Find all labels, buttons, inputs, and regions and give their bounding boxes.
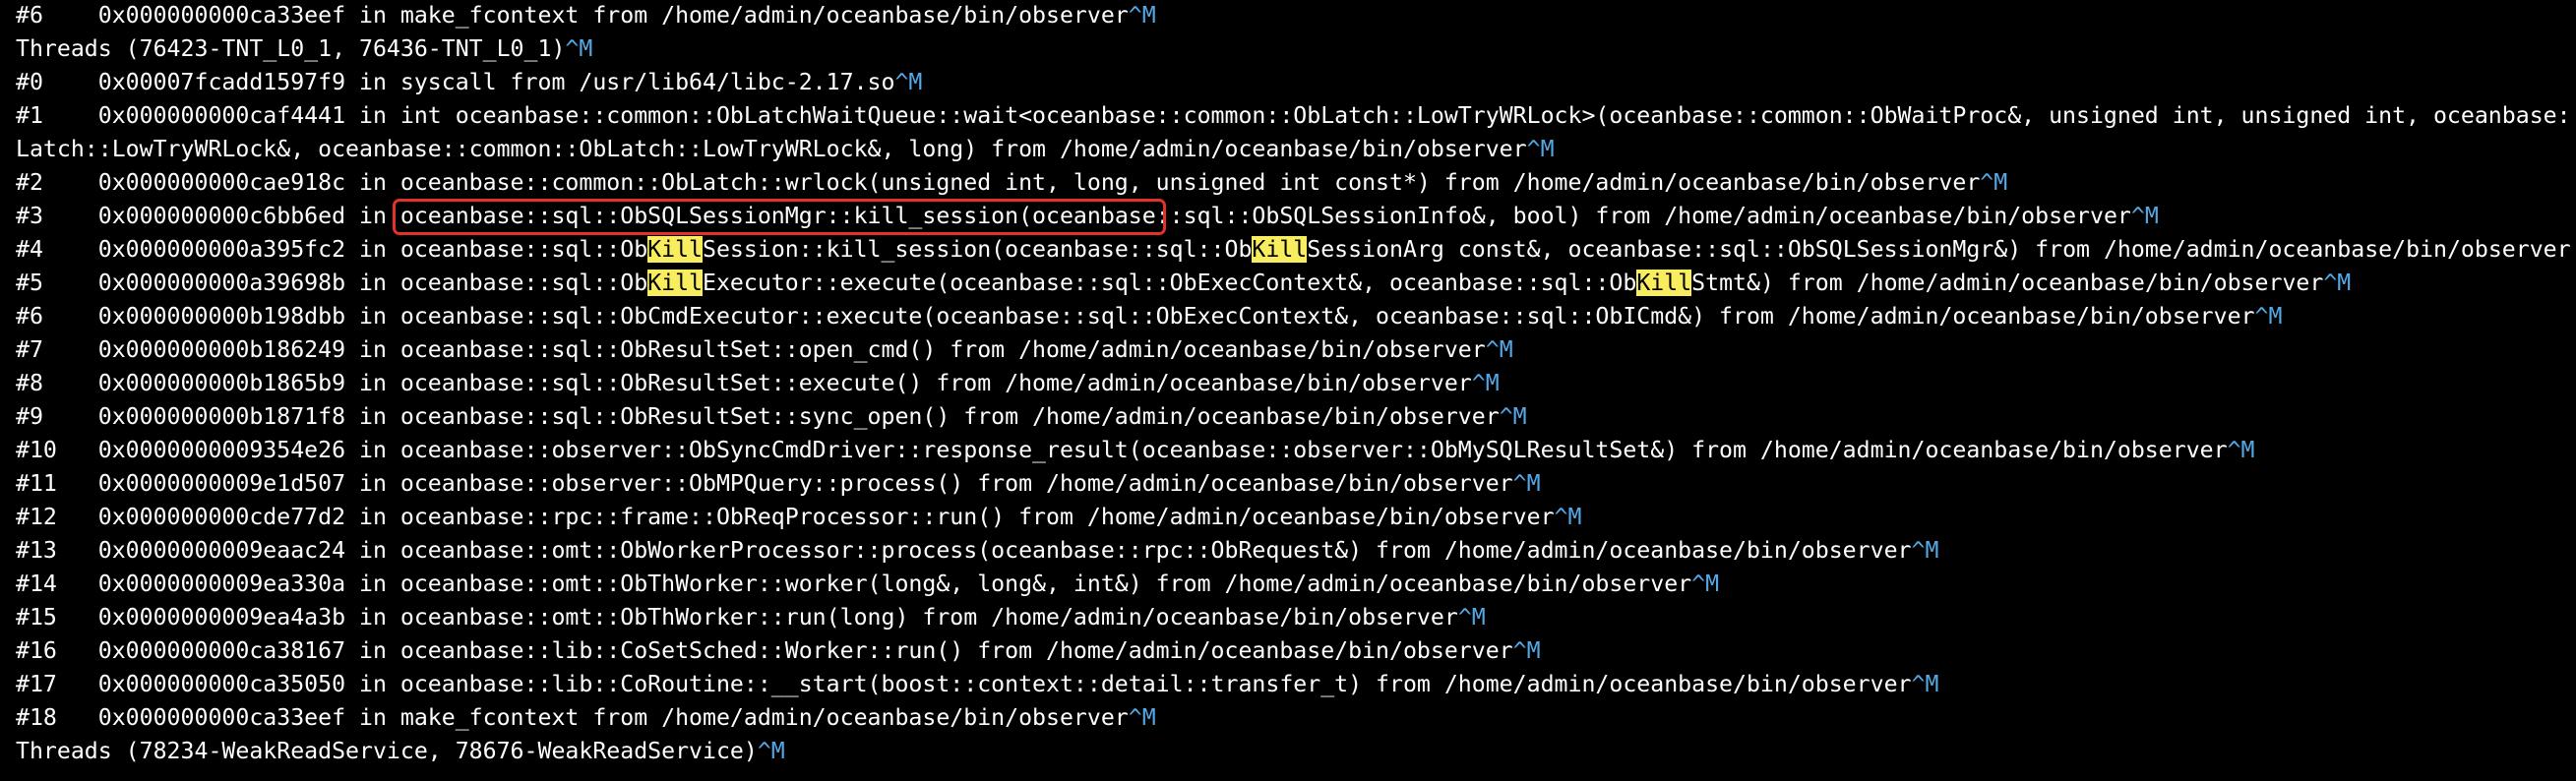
terminal-line: #17 0x000000000ca35050 in oceanbase::lib… [16,668,2576,701]
line-text: #6 0x000000000b198dbb in oceanbase::sql:… [16,303,2255,330]
line-text: #16 0x000000000ca38167 in oceanbase::lib… [16,637,1513,664]
line-text: ::sql::ObSQLSessionInfo&, bool) from /ho… [1155,203,2131,229]
line-text: Stmt&) from /home/admin/oceanbase/bin/ob… [1691,270,2324,296]
carriage-return-marker: ^M [1691,571,1720,597]
terminal-line: Latch::LowTryWRLock&, oceanbase::common:… [16,133,2576,166]
carriage-return-marker: ^M [2130,203,2159,229]
terminal-line: #15 0x0000000009ea4a3b in oceanbase::omt… [16,601,2576,634]
carriage-return-marker: ^M [894,69,923,95]
carriage-return-marker: ^M [1128,704,1156,731]
terminal-output: #6 0x000000000ca33eef in make_fcontext f… [16,0,2576,768]
line-text: #18 0x000000000ca33eef in make_fcontext … [16,704,1129,731]
line-text: #2 0x000000000cae918c in oceanbase::comm… [16,169,1981,196]
search-match-highlight: Kill [1252,236,1308,263]
terminal-line: #8 0x000000000b1865b9 in oceanbase::sql:… [16,367,2576,400]
terminal-line: #12 0x000000000cde77d2 in oceanbase::rpc… [16,501,2576,534]
carriage-return-marker: ^M [757,738,785,764]
line-text: #7 0x000000000b186249 in oceanbase::sql:… [16,336,1486,363]
line-text: #5 0x000000000a39698b in oceanbase::sql:… [16,270,648,296]
carriage-return-marker: ^M [1485,336,1513,363]
terminal-line: Threads (76423-TNT_L0_1, 76436-TNT_L0_1)… [16,32,2576,66]
line-text: #0 0x00007fcadd1597f9 in syscall from /u… [16,69,895,95]
line-text: #3 0x000000000c6bb6ed in [16,203,400,229]
terminal-line: #13 0x0000000009eaac24 in oceanbase::omt… [16,534,2576,568]
terminal-line: #1 0x000000000caf4441 in int oceanbase::… [16,99,2576,133]
line-text: Session::kill_session(oceanbase::sql::Ob [703,236,1253,263]
carriage-return-marker: ^M [1512,470,1541,497]
line-text: #17 0x000000000ca35050 in oceanbase::lib… [16,671,1912,697]
line-text: SessionArg const&, oceanbase::sql::ObSQL… [1307,236,2571,263]
terminal-line: Threads (78234-WeakReadService, 78676-We… [16,735,2576,768]
terminal-line: #9 0x000000000b1871f8 in oceanbase::sql:… [16,400,2576,434]
carriage-return-marker: ^M [1911,537,1939,564]
terminal-line: #0 0x00007fcadd1597f9 in syscall from /u… [16,66,2576,99]
line-text: #12 0x000000000cde77d2 in oceanbase::rpc… [16,504,1555,530]
line-text: #8 0x000000000b1865b9 in oceanbase::sql:… [16,370,1472,396]
line-text: #13 0x0000000009eaac24 in oceanbase::omt… [16,537,1912,564]
search-match-highlight: Kill [1636,270,1692,296]
line-text: #15 0x0000000009ea4a3b in oceanbase::omt… [16,604,1458,631]
line-text: Threads (78234-WeakReadService, 78676-We… [16,738,758,764]
carriage-return-marker: ^M [2323,270,2352,296]
terminal-line: #14 0x0000000009ea330a in oceanbase::omt… [16,568,2576,601]
carriage-return-marker: ^M [1499,403,1527,430]
carriage-return-marker: ^M [565,35,593,62]
terminal-line: #6 0x000000000ca33eef in make_fcontext f… [16,0,2576,32]
terminal-line: #18 0x000000000ca33eef in make_fcontext … [16,701,2576,735]
carriage-return-marker: ^M [1128,2,1156,29]
carriage-return-marker: ^M [1471,370,1500,396]
terminal-window[interactable]: #6 0x000000000ca33eef in make_fcontext f… [0,0,2576,781]
terminal-line: #4 0x000000000a395fc2 in oceanbase::sql:… [16,233,2576,267]
line-text: Executor::execute(oceanbase::sql::ObExec… [703,270,1637,296]
line-text: #1 0x000000000caf4441 in int oceanbase::… [16,102,2576,129]
terminal-line: #6 0x000000000b198dbb in oceanbase::sql:… [16,300,2576,333]
line-text: #9 0x000000000b1871f8 in oceanbase::sql:… [16,403,1500,430]
carriage-return-marker: ^M [1512,637,1541,664]
carriage-return-marker: ^M [1457,604,1486,631]
terminal-line: #10 0x0000000009354e26 in oceanbase::obs… [16,434,2576,467]
line-text: #6 0x000000000ca33eef in make_fcontext f… [16,2,1129,29]
terminal-line: #2 0x000000000cae918c in oceanbase::comm… [16,166,2576,200]
carriage-return-marker: ^M [1554,504,1582,530]
line-text: #4 0x000000000a395fc2 in oceanbase::sql:… [16,236,648,263]
carriage-return-marker: ^M [2227,437,2255,463]
terminal-line: #16 0x000000000ca38167 in oceanbase::lib… [16,634,2576,668]
terminal-line: #7 0x000000000b186249 in oceanbase::sql:… [16,333,2576,367]
search-match-highlight: Kill [647,236,704,263]
terminal-line: #3 0x000000000c6bb6ed in oceanbase::sql:… [16,200,2576,233]
carriage-return-marker: ^M [1911,671,1939,697]
carriage-return-marker: ^M [1526,136,1555,162]
carriage-return-marker: ^M [2254,303,2283,330]
line-text: #14 0x0000000009ea330a in oceanbase::omt… [16,571,1692,597]
search-match-highlight: Kill [647,270,704,296]
highlighted-frame-annotation: oceanbase::sql::ObSQLSessionMgr::kill_se… [399,203,1156,229]
terminal-line: #11 0x0000000009e1d507 in oceanbase::obs… [16,467,2576,501]
line-text: #11 0x0000000009e1d507 in oceanbase::obs… [16,470,1513,497]
terminal-line: #5 0x000000000a39698b in oceanbase::sql:… [16,267,2576,300]
line-text: #10 0x0000000009354e26 in oceanbase::obs… [16,437,2228,463]
carriage-return-marker: ^M [1980,169,2008,196]
line-text: Latch::LowTryWRLock&, oceanbase::common:… [16,136,1527,162]
line-text: Threads (76423-TNT_L0_1, 76436-TNT_L0_1) [16,35,566,62]
